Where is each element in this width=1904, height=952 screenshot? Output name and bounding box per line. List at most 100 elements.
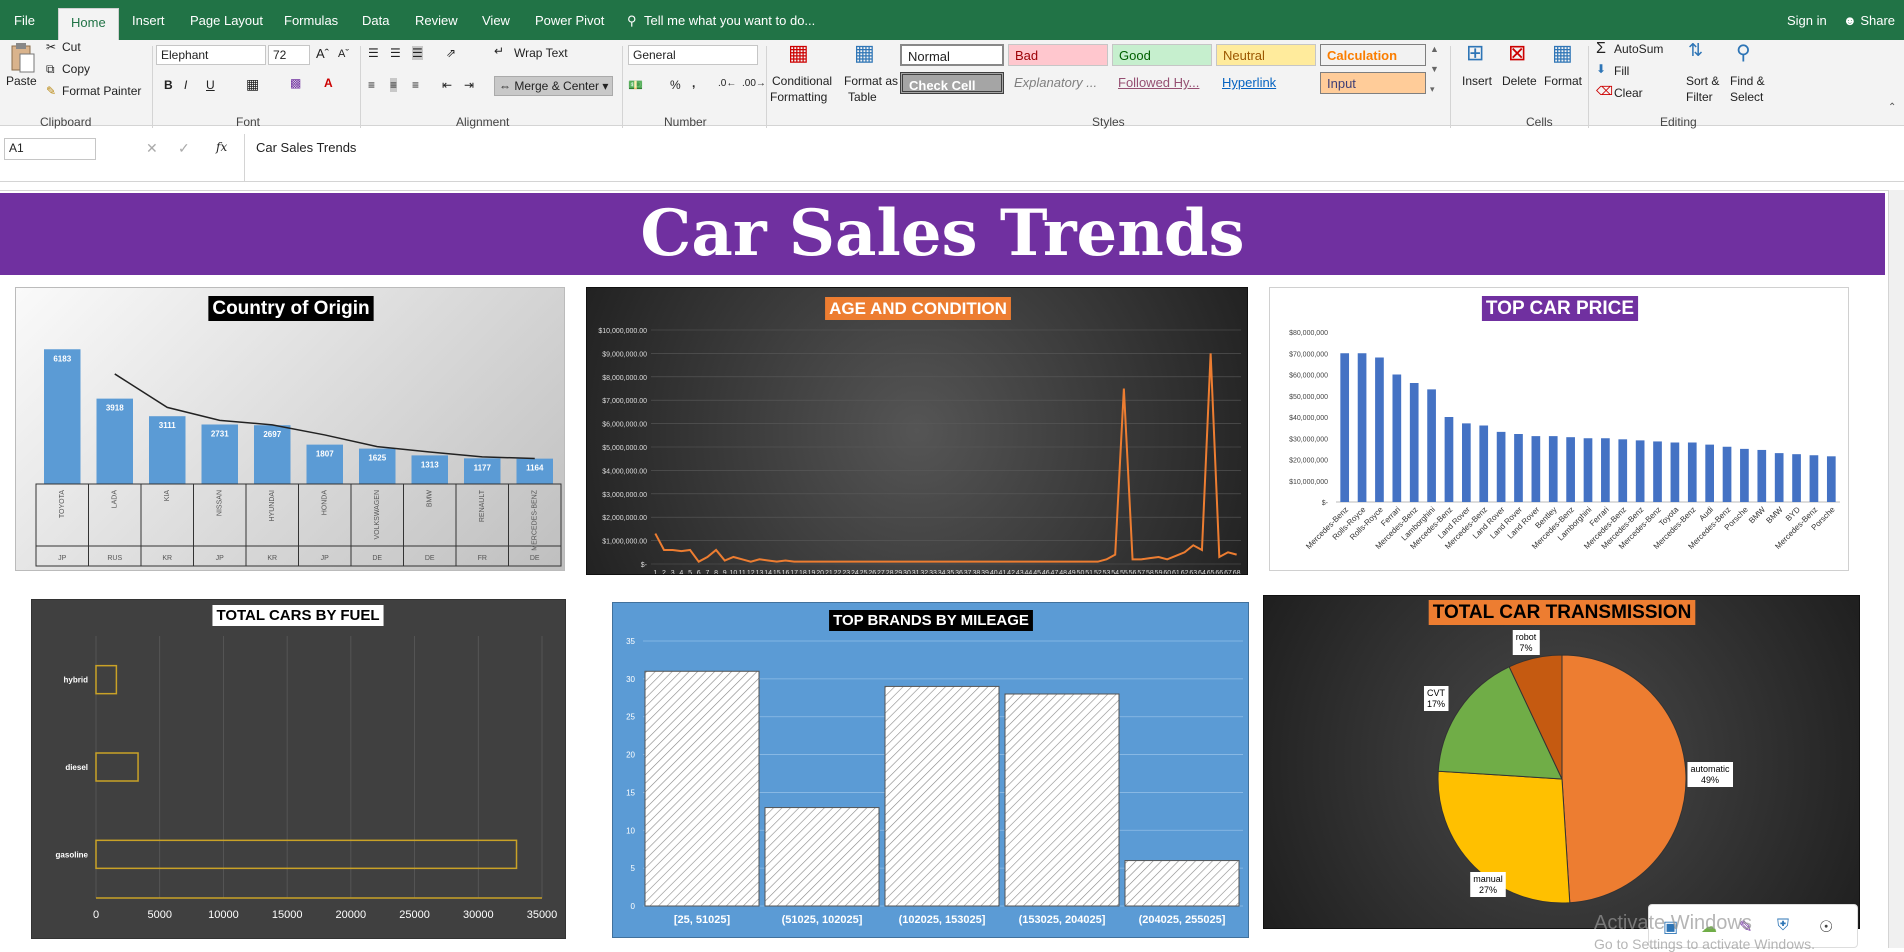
style-normal[interactable]: Normal (900, 44, 1004, 66)
sign-in-link[interactable]: Sign in (1787, 13, 1827, 28)
number-format-select[interactable]: General (628, 45, 758, 65)
tab-power-pivot[interactable]: Power Pivot (535, 13, 604, 28)
fill-color-icon[interactable]: ▩ (290, 76, 301, 90)
find-select-button[interactable]: Find & (1730, 74, 1765, 88)
shield-icon[interactable]: ⛨ (1777, 917, 1789, 935)
styles-more-icon[interactable]: ▾ (1430, 84, 1435, 95)
insert-function-button[interactable]: fx (216, 140, 227, 154)
align-top-icon[interactable]: ☰ (368, 46, 379, 60)
italic-icon[interactable]: I (184, 78, 187, 92)
network-icon[interactable]: ☉ (1819, 917, 1833, 937)
bold-icon[interactable]: B (164, 78, 173, 92)
bar (884, 685, 1000, 907)
cut-button[interactable]: Cut (62, 40, 81, 54)
merge-label: Merge & Center (514, 79, 600, 93)
chart-age-condition[interactable]: AGE AND CONDITION $- $1,000,000.00 $2,000,0… (586, 287, 1248, 575)
worksheet-grid[interactable]: Car Sales Trends Country of Origin 6183 39… (0, 190, 1888, 948)
clipboard-icon[interactable] (8, 42, 36, 73)
tab-review[interactable]: Review (415, 13, 458, 28)
bar (1427, 389, 1436, 502)
name-box[interactable]: A1 (4, 138, 96, 160)
align-center-icon[interactable]: ≡ (390, 78, 398, 92)
style-good[interactable]: Good (1112, 44, 1212, 66)
style-hyperlink[interactable]: Hyperlink (1216, 72, 1316, 94)
x-tick-label: 57 (1137, 570, 1145, 575)
conditional-formatting-button[interactable]: Conditional (772, 74, 832, 88)
increase-indent-icon[interactable]: ⇥ (464, 78, 474, 92)
tab-data[interactable]: Data (362, 13, 389, 28)
increase-decimal-icon[interactable]: .0← (718, 78, 736, 89)
chart-top-car-price[interactable]: TOP CAR PRICE $- $10,000,000 $20,000,000 $30… (1269, 287, 1849, 571)
style-calculation[interactable]: Calculation (1320, 44, 1426, 66)
paste-button[interactable]: Paste (6, 74, 37, 88)
x-tick-label: 30 (903, 570, 911, 575)
currency-icon[interactable]: 💵 (628, 78, 643, 92)
dashboard-title-banner[interactable]: Car Sales Trends (0, 193, 1885, 275)
data-label: 2731 (211, 429, 229, 438)
sort-filter-button[interactable]: Sort & (1686, 74, 1719, 88)
decrease-indent-icon[interactable]: ⇤ (442, 78, 452, 92)
tab-formulas[interactable]: Formulas (284, 13, 338, 28)
align-middle-icon[interactable]: ☰ (390, 46, 401, 60)
tab-file[interactable]: File (14, 13, 35, 28)
y-tick-label: 20 (626, 751, 635, 760)
format-painter-button[interactable]: Format Painter (62, 84, 141, 98)
underline-icon[interactable]: U (206, 78, 215, 92)
tell-me-search[interactable]: Tell me what you want to do... (644, 13, 815, 28)
style-input[interactable]: Input (1320, 72, 1426, 94)
format-as-table-label: Table (848, 90, 877, 104)
style-explanatory[interactable]: Explanatory ... (1008, 72, 1108, 94)
data-label: 3111 (159, 421, 176, 430)
tab-view[interactable]: View (482, 13, 510, 28)
wrap-text-button[interactable]: Wrap Text (514, 46, 568, 60)
font-color-icon[interactable]: A (324, 76, 333, 90)
enter-icon[interactable]: ✓ (178, 140, 190, 157)
tab-home[interactable]: Home (58, 8, 119, 40)
merge-center-button[interactable]: ⇔ Merge & Center ▾ (494, 76, 614, 96)
x-tick-label: 19 (808, 570, 816, 575)
font-size-select[interactable]: 72 (268, 45, 310, 65)
decrease-decimal-icon[interactable]: .00→ (742, 78, 766, 89)
insert-cells-button[interactable]: Insert (1462, 74, 1492, 88)
vertical-scrollbar[interactable] (1888, 190, 1904, 948)
slice-label: CVT (1427, 688, 1446, 698)
format-cells-button[interactable]: Format (1544, 74, 1582, 88)
chart-total-cars-by-fuel[interactable]: TOTAL CARS BY FUEL 0 5000 10000 15000 20000 25… (31, 599, 566, 939)
autosum-button[interactable]: AutoSum (1614, 42, 1663, 56)
orientation-icon[interactable]: ⇗ (446, 46, 456, 60)
copy-button[interactable]: Copy (62, 62, 90, 76)
style-neutral[interactable]: Neutral (1216, 44, 1316, 66)
increase-font-icon[interactable]: Aˆ (316, 46, 329, 61)
x-tick-label: 62 (1181, 570, 1189, 575)
styles-scroll-up-icon[interactable]: ▲ (1430, 44, 1439, 54)
comma-button[interactable]: , (692, 76, 695, 90)
chart-total-car-transmission[interactable]: TOTAL CAR TRANSMISSION automatic 49% manual… (1263, 595, 1860, 929)
sort-filter-label: Filter (1686, 90, 1713, 104)
format-as-table-button[interactable]: Format as (844, 74, 898, 88)
style-bad[interactable]: Bad (1008, 44, 1108, 66)
font-name-select[interactable]: Elephant (156, 45, 266, 65)
decrease-font-icon[interactable]: Aˇ (338, 48, 349, 60)
collapse-ribbon-icon[interactable]: ⌃ (1888, 102, 1896, 113)
style-check-cell[interactable]: Check Cell (900, 72, 1004, 94)
delete-cells-button[interactable]: Delete (1502, 74, 1537, 88)
category-label: HYUNDAI (269, 490, 276, 522)
styles-scroll-down-icon[interactable]: ▼ (1430, 64, 1439, 74)
chart-top-brands-by-mileage[interactable]: TOP BRANDS BY MILEAGE 0 5 10 15 20 25 30 35 [25, … (612, 602, 1249, 938)
formula-input[interactable]: Car Sales Trends (256, 140, 356, 155)
chart-country-of-origin[interactable]: Country of Origin 6183 3918 3111 2731 2697 180… (15, 287, 565, 571)
fill-button[interactable]: Fill (1614, 64, 1629, 78)
tab-page-layout[interactable]: Page Layout (190, 13, 263, 28)
y-tick-label: $4,000,000.00 (602, 468, 647, 475)
align-left-icon[interactable]: ≡ (368, 78, 375, 92)
cancel-icon[interactable]: ✕ (146, 140, 158, 157)
x-tick-label: 25 (860, 570, 868, 575)
borders-icon[interactable]: ▦ (246, 76, 259, 93)
style-followed-hyperlink[interactable]: Followed Hy... (1112, 72, 1212, 94)
percent-button[interactable]: % (670, 78, 681, 92)
align-right-icon[interactable]: ≡ (412, 78, 419, 92)
tab-insert[interactable]: Insert (132, 13, 165, 28)
align-bottom-icon[interactable]: ☰ (412, 46, 423, 60)
share-button[interactable]: ☻ Share (1843, 13, 1895, 28)
clear-button[interactable]: Clear (1614, 86, 1643, 100)
